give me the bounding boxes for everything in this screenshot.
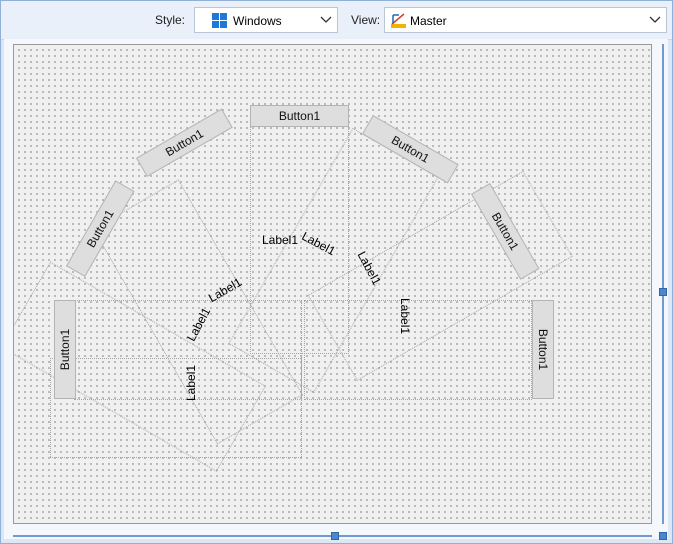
windows-logo-icon [212, 13, 227, 31]
button-control[interactable]: Button1 [136, 108, 233, 178]
report-canvas[interactable]: Label1 Label1 Label1 Label1 Label1 Label… [13, 44, 652, 524]
view-combo[interactable]: Master [384, 7, 667, 33]
horizontal-splitter[interactable] [13, 532, 652, 540]
vertical-splitter[interactable] [659, 44, 667, 540]
label-text: Label1 [184, 364, 198, 401]
style-value: Windows [233, 14, 282, 28]
view-value: Master [410, 14, 447, 28]
label-text: Label1 [398, 298, 412, 335]
toolbar: Style: Windows View: Master [1, 1, 672, 40]
style-combo[interactable]: Windows [194, 7, 338, 33]
design-surface: Label1 Label1 Label1 Label1 Label1 Label… [4, 39, 668, 540]
horizontal-splitter-handle[interactable] [331, 532, 339, 540]
master-view-icon [390, 12, 407, 32]
button-control[interactable]: Button1 [54, 300, 76, 399]
chevron-down-icon[interactable] [644, 8, 666, 32]
chevron-down-icon[interactable] [315, 8, 337, 32]
vertical-splitter-handle[interactable] [659, 288, 667, 296]
designer-window: Style: Windows View: Master Label1 Label… [0, 0, 673, 544]
corner-handle[interactable] [659, 532, 667, 540]
button-control[interactable]: Button1 [250, 105, 349, 127]
view-label: View: [351, 13, 381, 27]
rotated-label[interactable] [304, 300, 532, 400]
style-label: Style: [155, 13, 186, 27]
button-control[interactable]: Button1 [532, 300, 554, 399]
